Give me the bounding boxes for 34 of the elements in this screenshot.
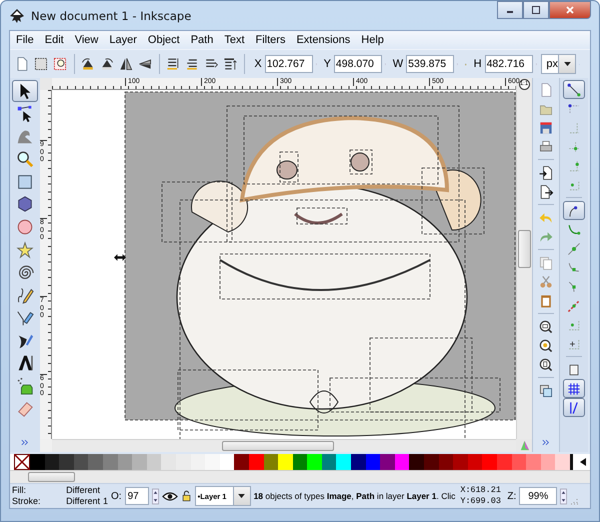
width-field[interactable]: 539.875 bbox=[406, 55, 454, 73]
cursor-x-value: 618.21 bbox=[470, 485, 502, 496]
status-message: 18 objects of types Image, Path in layer Layer 1. Clic bbox=[254, 491, 456, 501]
menu-item[interactable]: Edit bbox=[44, 34, 64, 46]
opacity-field[interactable]: 97 bbox=[124, 487, 149, 505]
menu-item[interactable]: Filters bbox=[256, 34, 286, 46]
menu-item[interactable]: File bbox=[16, 34, 34, 46]
field-label: W bbox=[392, 58, 404, 70]
unit-dropdown[interactable]: px bbox=[541, 54, 576, 74]
opacity-label: O: bbox=[111, 490, 122, 502]
fill-label: Fill: bbox=[12, 485, 27, 496]
x-field[interactable]: 102.767 bbox=[264, 55, 313, 73]
menu-item[interactable]: Extensions bbox=[296, 34, 350, 46]
stroke-width-value: 1 bbox=[102, 496, 108, 507]
menu-item[interactable]: Object bbox=[148, 34, 180, 46]
fill-value: Different bbox=[65, 485, 100, 496]
field-label: X bbox=[254, 58, 262, 70]
menu-item[interactable]: Text bbox=[224, 34, 245, 46]
menu-item[interactable]: Help bbox=[361, 34, 384, 46]
stroke-value: Different bbox=[65, 496, 100, 507]
field-label: H bbox=[474, 58, 482, 70]
menu-item[interactable]: View bbox=[74, 34, 98, 46]
field-label: Y bbox=[324, 58, 331, 70]
zoom-field[interactable]: 99% bbox=[519, 487, 558, 505]
window-title: New document 1 - Inkscape bbox=[31, 8, 192, 22]
menu-item[interactable]: Layer bbox=[109, 34, 137, 46]
zoom-label: Z: bbox=[507, 490, 516, 502]
height-field[interactable]: 482.716 bbox=[484, 55, 533, 73]
menu-item[interactable]: Path bbox=[190, 34, 214, 46]
cursor-y-value: 699.03 bbox=[470, 496, 502, 507]
stroke-label: Stroke: bbox=[12, 496, 42, 507]
cursor-y-label: Y: bbox=[460, 496, 470, 507]
y-field[interactable]: 498.070 bbox=[334, 55, 382, 73]
cursor-x-label: X: bbox=[460, 485, 470, 496]
